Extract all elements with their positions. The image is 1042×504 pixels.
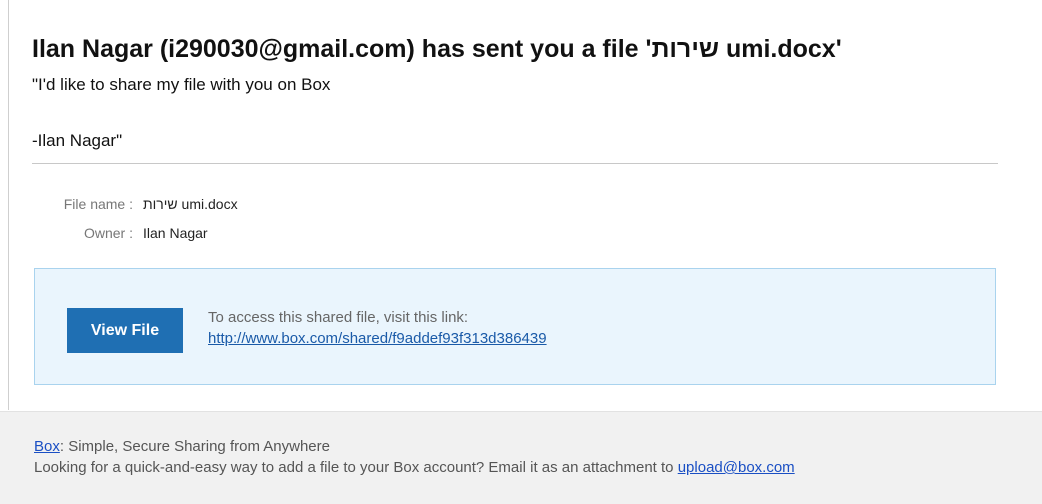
file-name-label: File name : [63, 196, 133, 212]
footer-tagline-row: Box: Simple, Secure Sharing from Anywher… [34, 436, 795, 457]
owner-value: Ilan Nagar [143, 225, 208, 241]
owner-label: Owner : [83, 225, 133, 241]
owner-row: Owner : Ilan Nagar [32, 219, 238, 248]
share-message-line-1: "I'd like to share my file with you on B… [32, 75, 331, 94]
email-container: Ilan Nagar (i290030@gmail.com) has sent … [0, 0, 1042, 504]
email-title: Ilan Nagar (i290030@gmail.com) has sent … [32, 35, 842, 63]
box-home-link[interactable]: Box [34, 438, 60, 455]
upload-email-link[interactable]: upload@box.com [678, 459, 795, 476]
access-instructions: To access this shared file, visit this l… [208, 307, 547, 349]
left-border-rule [8, 0, 9, 410]
file-details: File name : שירות umi.docx Owner : Ilan Na… [32, 190, 238, 248]
email-footer: Box: Simple, Secure Sharing from Anywher… [0, 411, 1042, 504]
share-message-line-2: -Ilan Nagar" [32, 131, 123, 150]
footer-upload-row: Looking for a quick-and-easy way to add … [34, 457, 795, 478]
footer-upload-prompt: Looking for a quick-and-easy way to add … [34, 459, 678, 476]
file-name-value: שירות umi.docx [143, 196, 238, 212]
shared-file-link[interactable]: http://www.box.com/shared/f9addef93f313d… [208, 330, 547, 347]
email-header: Ilan Nagar (i290030@gmail.com) has sent … [32, 34, 1022, 153]
footer-text: Box: Simple, Secure Sharing from Anywher… [34, 436, 795, 478]
header-divider [32, 163, 998, 164]
footer-tagline: : Simple, Secure Sharing from Anywhere [59, 438, 330, 455]
access-text: To access this shared file, visit this l… [208, 309, 469, 326]
file-name-row: File name : שירות umi.docx [32, 190, 238, 219]
view-file-button[interactable]: View File [67, 308, 183, 353]
share-message: "I'd like to share my file with you on B… [32, 73, 1022, 153]
shared-file-box: View File To access this shared file, vi… [34, 268, 996, 385]
